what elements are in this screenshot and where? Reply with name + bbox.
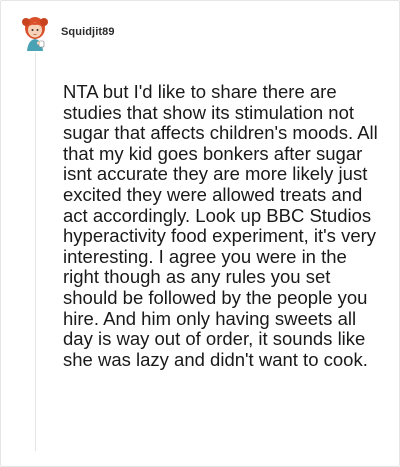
- comment-username[interactable]: Squidjit89: [61, 26, 115, 38]
- comment-card: Squidjit89 NTA but I'd like to share the…: [0, 0, 400, 467]
- comment-text: NTA but I'd like to share there are stud…: [63, 81, 378, 370]
- redhead-girl-avatar-icon[interactable]: [21, 15, 51, 51]
- thread-line[interactable]: [35, 53, 36, 451]
